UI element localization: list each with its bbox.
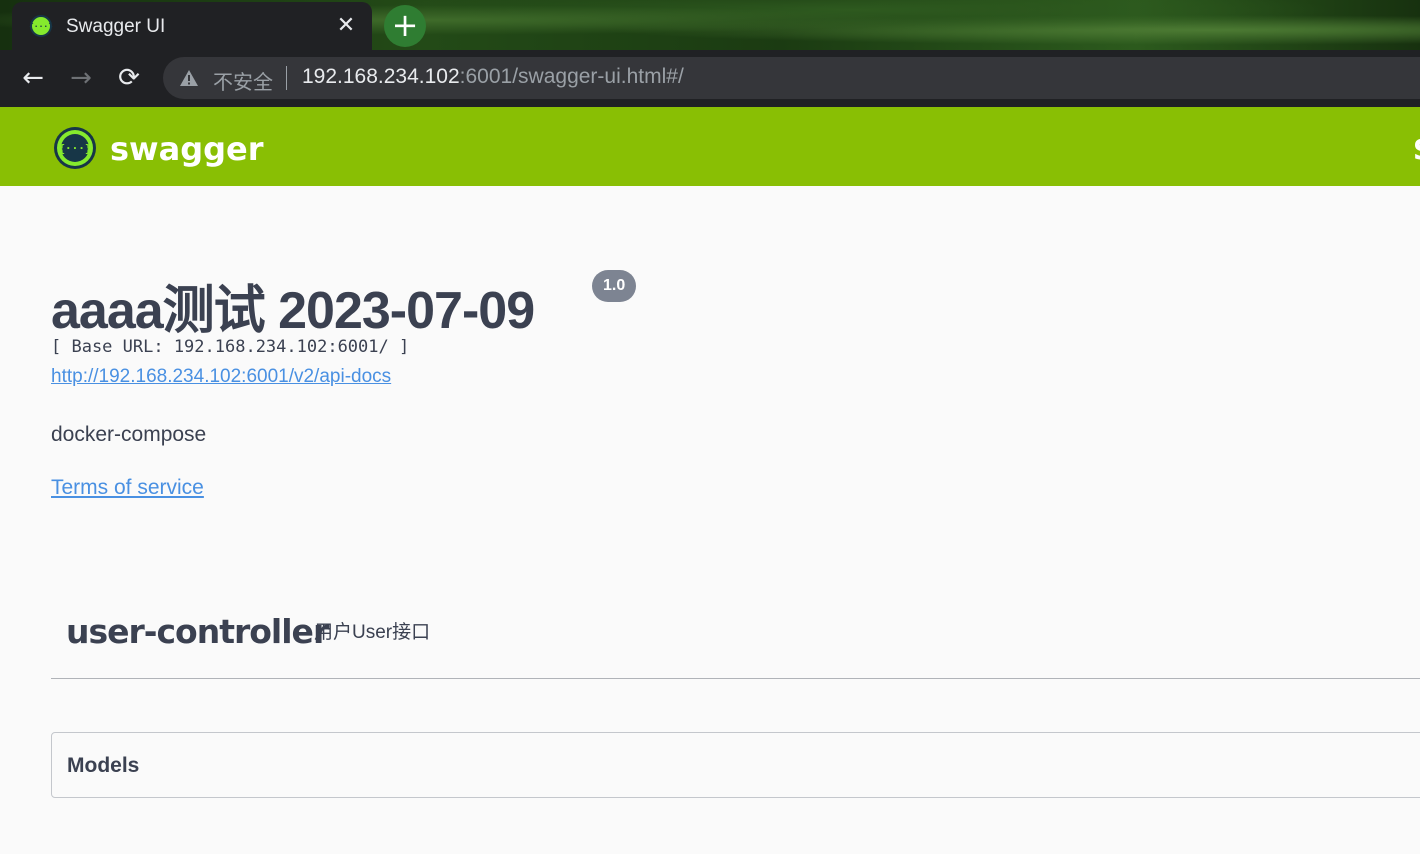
forward-arrow-icon[interactable]: →: [65, 62, 97, 94]
swagger-logo-text[interactable]: swagger: [110, 130, 264, 168]
warning-triangle-icon[interactable]: [179, 68, 199, 88]
browser-tab-swagger-ui[interactable]: {···} Swagger UI ✕: [12, 2, 372, 50]
models-title[interactable]: Models: [67, 754, 139, 778]
models-section[interactable]: Models: [51, 732, 1420, 798]
url-text[interactable]: 192.168.234.102:6001/swagger-ui.html#/: [302, 65, 684, 89]
url-path: :6001/swagger-ui.html#/: [459, 65, 684, 88]
swagger-favicon-icon: {···}: [29, 15, 53, 37]
close-tab-icon[interactable]: ✕: [332, 11, 360, 39]
browser-toolbar: ← → ⟳ 不安全 192.168.234.102:6001/swagger-u…: [0, 50, 1420, 108]
reload-icon[interactable]: ⟳: [113, 62, 145, 94]
not-secure-label[interactable]: 不安全: [213, 66, 273, 95]
new-tab-button[interactable]: +: [384, 5, 426, 47]
version-badge: 1.0: [592, 270, 637, 302]
tag-section-user-controller[interactable]: user-controller 用户User接口: [51, 600, 1420, 679]
api-title: aaaa测试 2023-07-09: [51, 282, 535, 340]
topbar-cutoff-text: S: [1413, 133, 1420, 166]
url-separator: [286, 66, 287, 90]
tab-title: Swagger UI: [66, 16, 166, 37]
api-description: docker-compose: [51, 423, 207, 446]
address-bar[interactable]: 不安全 192.168.234.102:6001/swagger-ui.html…: [163, 57, 1420, 99]
api-docs-link[interactable]: http://192.168.234.102:6001/v2/api-docs: [51, 366, 391, 388]
base-url: [ Base URL: 192.168.234.102:6001/ ]: [51, 337, 410, 357]
terms-of-service-link[interactable]: Terms of service: [51, 476, 204, 500]
swagger-logo-icon[interactable]: {···}: [53, 126, 97, 170]
back-arrow-icon[interactable]: ←: [17, 62, 49, 94]
url-host: 192.168.234.102: [302, 65, 460, 88]
tag-description: 用户User接口: [314, 622, 431, 643]
tag-name[interactable]: user-controller: [66, 612, 329, 651]
svg-text:{···}: {···}: [58, 142, 91, 155]
browser-tab-strip: {···} Swagger UI ✕ +: [0, 0, 1420, 50]
